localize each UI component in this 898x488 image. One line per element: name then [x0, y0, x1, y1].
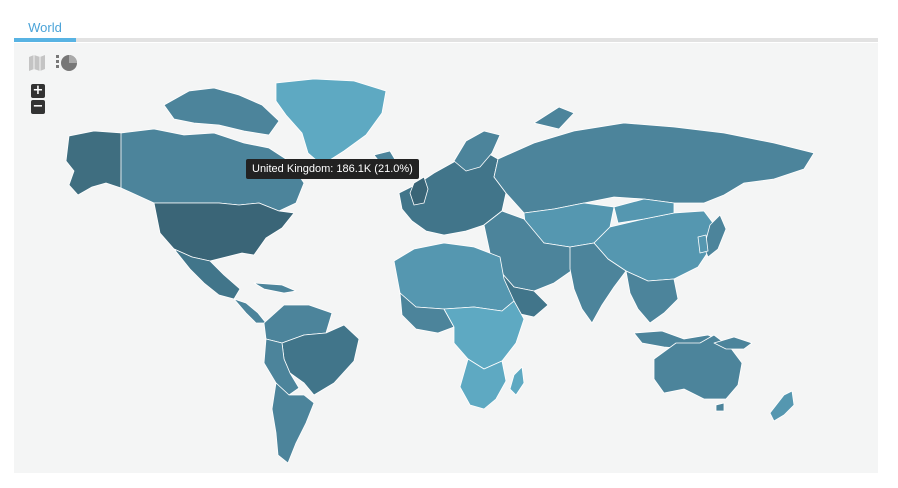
tab-bar: World	[14, 14, 878, 42]
view-toggles	[26, 53, 78, 73]
country-greenland[interactable]	[275, 78, 387, 166]
chart-view-button[interactable]	[56, 53, 78, 73]
country-usa[interactable]	[153, 202, 295, 262]
map-panel: + − United Kingdom: 186.1K (21.0%)	[14, 43, 878, 473]
country-usa-alaska[interactable]	[65, 130, 123, 196]
region-caribbean[interactable]	[253, 282, 297, 294]
country-russia[interactable]	[493, 122, 815, 214]
zoom-in-button[interactable]: +	[31, 84, 45, 98]
region-southern-cone[interactable]	[271, 382, 315, 464]
map-view-button[interactable]	[26, 53, 48, 73]
region-arctic-islands[interactable]	[533, 106, 575, 130]
pie-chart-icon	[56, 55, 77, 71]
zoom-controls: + −	[31, 84, 45, 114]
region-africa-central[interactable]	[443, 300, 525, 370]
map-icon	[29, 55, 45, 71]
tab-world[interactable]: World	[14, 14, 76, 39]
country-australia-tasmania[interactable]	[715, 402, 725, 412]
country-canada-islands[interactable]	[163, 87, 280, 136]
region-korea[interactable]	[697, 234, 709, 254]
country-new-zealand[interactable]	[769, 390, 795, 422]
region-central-america[interactable]	[233, 298, 267, 324]
map-tooltip: United Kingdom: 186.1K (21.0%)	[246, 159, 419, 179]
country-madagascar[interactable]	[509, 366, 525, 396]
world-map[interactable]	[14, 43, 878, 473]
zoom-out-button[interactable]: −	[31, 100, 45, 114]
tab-rail	[14, 38, 878, 42]
